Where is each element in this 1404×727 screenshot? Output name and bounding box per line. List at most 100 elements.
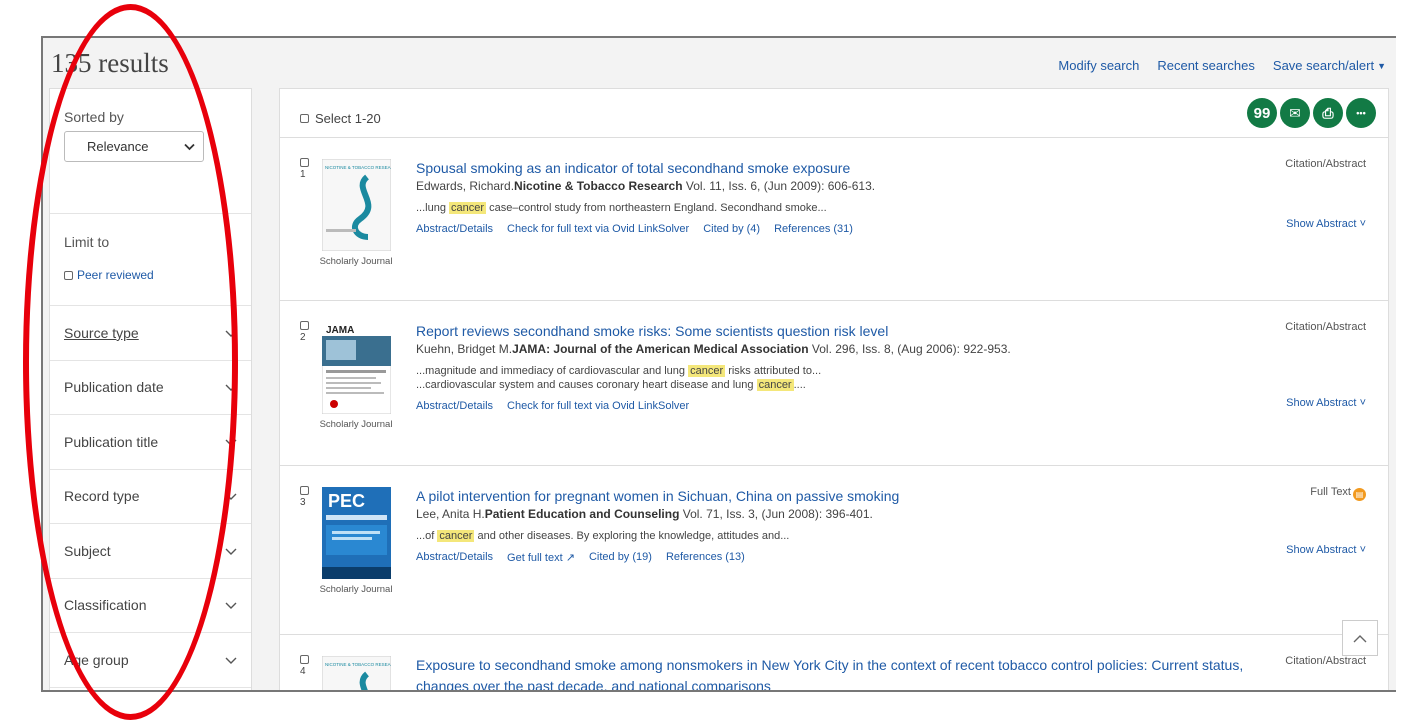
facet-7[interactable]: Population [50,688,251,691]
result-link[interactable]: Get full text ↗ [507,551,575,564]
svg-text:JAMA: JAMA [326,325,354,336]
result-title-link[interactable]: Exposure to secondhand smoke among nonsm… [416,655,1256,690]
quote-icon: 99 [1253,104,1271,122]
result-link[interactable]: Cited by (19) [589,551,652,564]
facet-label: Source type [64,324,139,341]
external-link-icon: ↗ [565,552,575,564]
document-type-label: Full Text [1310,486,1351,498]
chevron-down-icon [225,439,237,446]
show-abstract-toggle[interactable]: Show Abstract ˅ [1286,397,1366,409]
select-all-label: Select 1-20 [315,111,381,126]
show-abstract-toggle[interactable]: Show Abstract ˅ [1286,218,1366,230]
result-details: Vol. 296, Iss. 8, (Aug 2006): 922-953. [808,342,1011,356]
sort-value: Relevance [87,139,149,154]
search-term-highlight: cancer [449,202,487,214]
result-details: Vol. 71, Iss. 3, (Jun 2008): 396-401. [679,507,873,521]
chevron-down-icon: ˅ [1359,397,1366,409]
peer-reviewed-checkbox[interactable] [64,270,73,280]
sorted-by-label: Sorted by [64,109,124,125]
result-title-link[interactable]: A pilot intervention for pregnant women … [416,486,1256,507]
select-all-checkbox[interactable] [300,114,309,123]
result-number: 3 [300,486,309,508]
snippet-text: and other diseases. By exploring the kno… [474,530,790,542]
sort-select[interactable]: Relevance [64,131,204,162]
facet-4[interactable]: Subject [50,524,251,579]
result-citation: Kuehn, Bridget M.JAMA: Journal of the Am… [416,342,1256,357]
quote-button[interactable]: 99 [1247,98,1277,128]
result-checkbox[interactable] [300,486,309,495]
result-link-label: Abstract/Details [416,400,494,412]
result-links: Abstract/Details Check for full text via … [416,223,1256,235]
header-links: Modify search Recent searches Save searc… [1058,58,1386,73]
result-title-link[interactable]: Report reviews secondhand smoke risks: S… [416,321,1256,342]
result-link[interactable]: Abstract/Details [416,400,493,412]
result-author: Kuehn, Bridget M. [416,342,513,356]
chevron-down-icon [184,143,195,150]
modify-search-link[interactable]: Modify search [1058,58,1139,73]
result-item: 4 NICOTINE & TOBACCO RESEARCH Exposure to … [280,635,1388,690]
chevron-down-icon [225,493,237,501]
recent-searches-link[interactable]: Recent searches [1157,58,1255,73]
result-checkbox[interactable] [300,158,309,167]
result-link[interactable]: Cited by (4) [703,223,760,235]
facet-label: Publication date [64,379,164,396]
journal-cover-image: JAMA [322,322,391,414]
result-item: 2 JAMA Scholarly Journal Report reviews sec… [280,301,1388,466]
scroll-to-top-button[interactable] [1342,620,1378,656]
snippet-line: ...of cancer and other diseases. By expl… [416,529,1256,543]
facet-6[interactable]: Age group [50,633,251,688]
result-snippets: ...lung cancer case–control study from n… [416,201,1256,215]
print-icon: ⎙ [1322,104,1334,121]
result-link[interactable]: References (13) [666,551,745,564]
results-panel: Select 1-20 99 ✉ ⎙ ••• 1 NICOTINE & TOBACCO … [279,88,1389,690]
result-link[interactable]: Check for full text via Ovid LinkSolver [507,223,689,235]
result-link-label: Cited by (19) [588,551,652,563]
chevron-up-icon [1353,634,1367,642]
facet-5[interactable]: Classification [50,579,251,633]
result-link[interactable]: Abstract/Details [416,223,493,235]
result-number: 1 [300,158,309,180]
result-link[interactable]: Abstract/Details [416,551,493,564]
result-body: A pilot intervention for pregnant women … [416,486,1256,564]
result-link[interactable]: Check for full text via Ovid LinkSolver [507,400,689,412]
snippet-text: ...of [416,530,438,542]
facet-3[interactable]: Record type [50,470,251,524]
email-button[interactable]: ✉ [1280,98,1310,128]
facet-label: Publication title [64,433,159,450]
source-type-caption: Scholarly Journal [319,419,393,430]
result-item: 3 PEC Scholarly Journal A pilot interventio… [280,466,1388,635]
document-type: Full Text ▤ [1310,486,1366,501]
show-abstract-toggle[interactable]: Show Abstract ˅ [1286,544,1366,556]
facet-label: Classification [64,597,147,614]
save-search-alert-link[interactable]: Save search/alert ▼ [1273,58,1386,73]
result-link-label: Abstract/Details [416,551,494,563]
show-abstract-label: Show Abstract [1286,397,1357,409]
result-body: Report reviews secondhand smoke risks: S… [416,321,1256,412]
facet-0[interactable]: Source type [50,306,251,361]
print-button[interactable]: ⎙ [1313,98,1343,128]
result-details: Vol. 11, Iss. 6, (Jun 2009): 606-613. [682,179,876,193]
result-link[interactable]: References (31) [774,223,853,235]
result-checkbox[interactable] [300,321,309,330]
snippet-line: ...cardiovascular system and causes coro… [416,378,1256,392]
chevron-down-icon [225,657,237,664]
show-abstract-label: Show Abstract [1286,544,1357,556]
snippet-text: ...magnitude and immediacy of cardiovasc… [416,365,689,377]
result-body: Spousal smoking as an indicator of total… [416,158,1256,235]
result-title-link[interactable]: Spousal smoking as an indicator of total… [416,158,1256,179]
limit-to-section: Limit to Peer reviewed [50,214,251,306]
result-checkbox[interactable] [300,655,309,664]
facet-1[interactable]: Publication date [50,361,251,415]
result-link-label: Check for full text via Ovid LinkSolver [507,400,690,412]
chevron-down-icon: ˅ [1359,544,1366,556]
select-all-control[interactable]: Select 1-20 [300,111,381,126]
snippet-text: ...cardiovascular system and causes coro… [416,379,757,391]
snippet-text: .... [793,379,806,391]
result-snippets: ...magnitude and immediacy of cardiovasc… [416,364,1256,392]
peer-reviewed-filter[interactable]: Peer reviewed [64,268,237,282]
more-button[interactable]: ••• [1346,98,1376,128]
journal-cover-image: NICOTINE & TOBACCO RESEARCH [322,159,391,251]
chevron-down-icon: ˅ [1359,218,1366,230]
result-links: Abstract/Details Check for full text via … [416,400,1256,412]
facet-2[interactable]: Publication title [50,415,251,470]
